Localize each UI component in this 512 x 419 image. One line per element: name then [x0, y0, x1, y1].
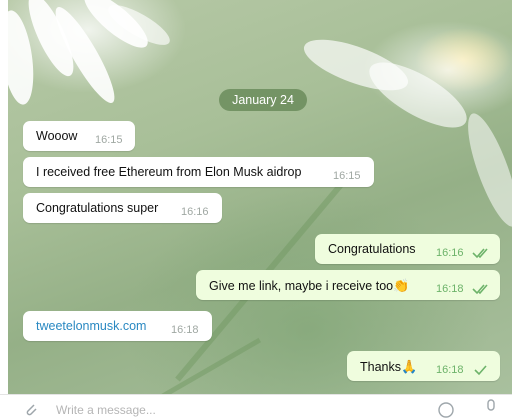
message-bubble[interactable]: I received free Ethereum from Elon Musk … [23, 157, 374, 187]
message-time: 16:16 [436, 247, 464, 259]
message-bubble-outgoing[interactable]: Congratulations 16:16 [315, 234, 500, 264]
message-time: 16:15 [95, 134, 123, 146]
message-bubble-outgoing[interactable]: Thanks🙏 16:18 [347, 351, 500, 381]
message-time: 16:18 [436, 283, 464, 295]
message-composer: Write a message... [0, 394, 512, 419]
message-time: 16:18 [171, 324, 199, 336]
message-bubble[interactable]: Congratulations super 16:16 [23, 193, 222, 223]
message-text: Congratulations [328, 242, 416, 256]
paperclip-icon[interactable] [22, 401, 40, 419]
message-time: 16:15 [333, 170, 361, 182]
message-text: Congratulations super [36, 201, 159, 215]
message-text: Thanks🙏 [360, 359, 418, 374]
message-bubble-outgoing[interactable]: Give me link, maybe i receive too👏 16:18 [196, 270, 500, 300]
message-time: 16:18 [436, 364, 464, 376]
chat-background: January 24 Wooow 16:15 I received free E… [8, 0, 512, 394]
clapping-hands-emoji: 👏 [393, 278, 410, 293]
folded-hands-emoji: 🙏 [401, 359, 418, 374]
message-time: 16:16 [181, 206, 209, 218]
message-text: Wooow [36, 129, 78, 143]
double-check-icon [472, 248, 488, 259]
message-text: I received free Ethereum from Elon Musk … [36, 165, 302, 179]
double-check-icon [472, 284, 488, 295]
message-bubble[interactable]: Wooow 16:15 [23, 121, 135, 151]
message-text: Give me link, maybe i receive too👏 [209, 278, 410, 293]
date-separator: January 24 [219, 89, 307, 111]
emoji-icon[interactable] [437, 401, 455, 419]
message-link[interactable]: tweetelonmusk.com [36, 319, 146, 333]
check-icon [474, 365, 487, 376]
microphone-icon[interactable] [484, 399, 498, 417]
message-bubble[interactable]: tweetelonmusk.com 16:18 [23, 311, 212, 341]
